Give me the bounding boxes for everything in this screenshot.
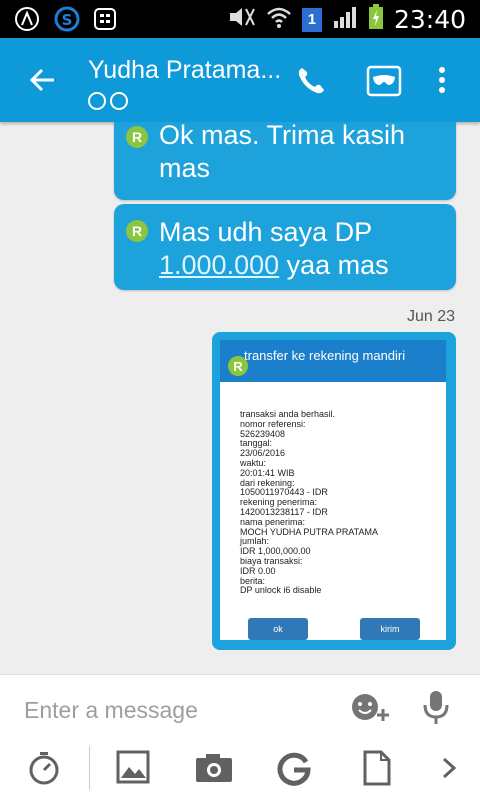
screenshot-header: transfer ke rekening mandiri (220, 340, 446, 382)
contact-status-emoji (88, 92, 128, 110)
screenshot-title: transfer ke rekening mandiri (244, 348, 406, 363)
svg-text:S: S (62, 11, 73, 29)
more-vert-icon[interactable] (436, 64, 448, 103)
receipt-text: transaksi anda berhasil. nomor referensi:… (240, 409, 440, 596)
image-message[interactable]: transfer ke rekening mandiri R transaksi… (212, 332, 456, 650)
battery-charging-icon (368, 4, 384, 35)
message-input-bar: Enter a message (0, 674, 480, 739)
attachment-toolbar (0, 738, 480, 800)
image-icon[interactable] (116, 750, 150, 789)
app-bar: Yudha Pratama... (0, 38, 480, 122)
transfer-screenshot: transfer ke rekening mandiri R transaksi… (220, 340, 446, 640)
camera-icon[interactable] (194, 752, 234, 789)
message-input[interactable]: Enter a message (24, 697, 198, 724)
toolbar-divider (89, 746, 90, 790)
s-icon: S (54, 6, 80, 37)
message-text: Mas udh saya DP 1.000.000 yaa mas (159, 216, 446, 282)
microphone-icon[interactable] (422, 689, 450, 730)
image-badge: R (228, 356, 248, 376)
mask-icon[interactable] (366, 64, 402, 103)
receipt-line: MOCH YUDHA PUTRA PRATAMA (240, 526, 379, 537)
android-icon (14, 6, 40, 37)
amount-link[interactable]: 1.000.000 (159, 250, 279, 280)
chevron-right-icon[interactable] (440, 756, 458, 785)
contact-name[interactable]: Yudha Pratama... (88, 56, 281, 85)
screenshot-ok-button: ok (248, 618, 308, 640)
status-clock: 23:40 (393, 5, 466, 34)
date-label: Jun 23 (406, 308, 455, 325)
status-bar: S 1 23:40 (0, 0, 480, 38)
screenshot-kirim-button: kirim (360, 618, 420, 640)
message-text-after: yaa mas (279, 250, 389, 280)
receipt-line: DP unlock i6 disable (240, 585, 322, 596)
back-arrow-icon[interactable] (24, 62, 60, 98)
receipt-line: 23/06/2016 (240, 448, 286, 459)
mute-icon (228, 5, 256, 34)
message-text-before: Mas udh saya DP (159, 217, 372, 247)
document-icon[interactable] (362, 749, 392, 792)
message-badge: R (126, 220, 148, 242)
timer-icon[interactable] (26, 750, 62, 791)
phone-icon[interactable] (294, 64, 328, 103)
message-text: Ok mas. Trima kasih mas (159, 122, 406, 183)
emoji-add-icon[interactable] (350, 691, 390, 730)
wifi-icon (266, 5, 292, 34)
g-icon[interactable] (276, 750, 312, 791)
message-badge: R (126, 126, 148, 148)
message-bubble[interactable]: R Mas udh saya DP 1.000.000 yaa mas (114, 204, 456, 290)
signal-icon (332, 5, 358, 34)
conversation-area[interactable]: R Ok mas. Trima kasih mas R Mas udh saya… (0, 122, 480, 674)
bbm-icon (94, 8, 116, 35)
sim-slot-badge: 1 (301, 7, 322, 32)
message-bubble[interactable]: R Ok mas. Trima kasih mas (114, 122, 456, 200)
receipt-line: IDR 0.00 (240, 565, 276, 576)
